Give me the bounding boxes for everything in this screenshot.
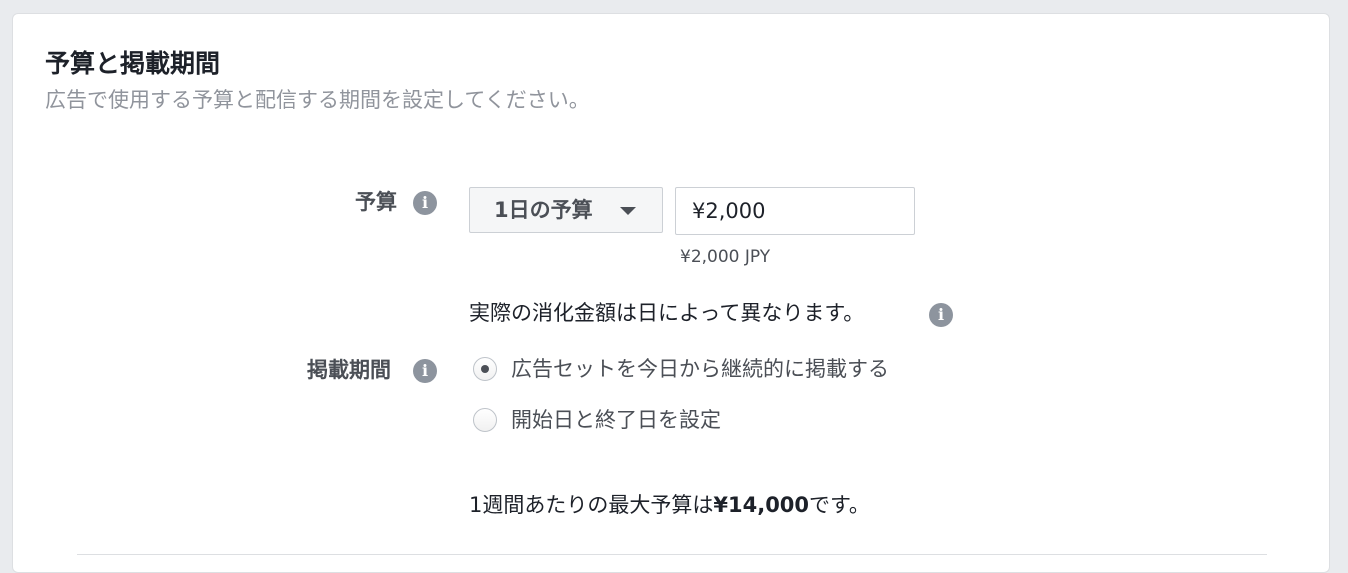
actual-spend-note: 実際の消化金額は日によって異なります。 <box>469 301 865 325</box>
schedule-label: 掲載期間 <box>307 358 391 382</box>
currency-note: ¥2,000 JPY <box>680 247 771 267</box>
budget-amount-input[interactable] <box>675 187 915 235</box>
schedule-info-icon[interactable]: i <box>413 359 437 383</box>
weekly-max-amount: ¥14,000 <box>713 493 810 517</box>
schedule-option-label: 開始日と終了日を設定 <box>511 408 721 432</box>
budget-label: 予算 <box>355 190 397 214</box>
budget-schedule-card: 予算と掲載期間 広告で使用する予算と配信する期間を設定してください。 予算 i … <box>12 13 1330 573</box>
section-title: 予算と掲載期間 <box>45 49 221 78</box>
section-subtitle: 広告で使用する予算と配信する期間を設定してください。 <box>45 88 590 112</box>
section-divider <box>77 554 1267 555</box>
weekly-max-prefix: 1週間あたりの最大予算は <box>469 493 714 517</box>
actual-spend-info-icon[interactable]: i <box>929 303 953 327</box>
radio-button-checked[interactable] <box>473 357 497 381</box>
budget-type-selected: 1日の予算 <box>494 198 593 222</box>
schedule-option-label: 広告セットを今日から継続的に掲載する <box>511 357 889 381</box>
caret-down-icon <box>620 207 636 215</box>
budget-type-dropdown[interactable]: 1日の予算 <box>469 187 663 233</box>
weekly-max-suffix: です。 <box>809 493 870 517</box>
radio-button[interactable] <box>473 408 497 432</box>
budget-info-icon[interactable]: i <box>413 191 437 215</box>
weekly-max-budget-note: 1週間あたりの最大予算は¥14,000です。 <box>469 491 870 519</box>
